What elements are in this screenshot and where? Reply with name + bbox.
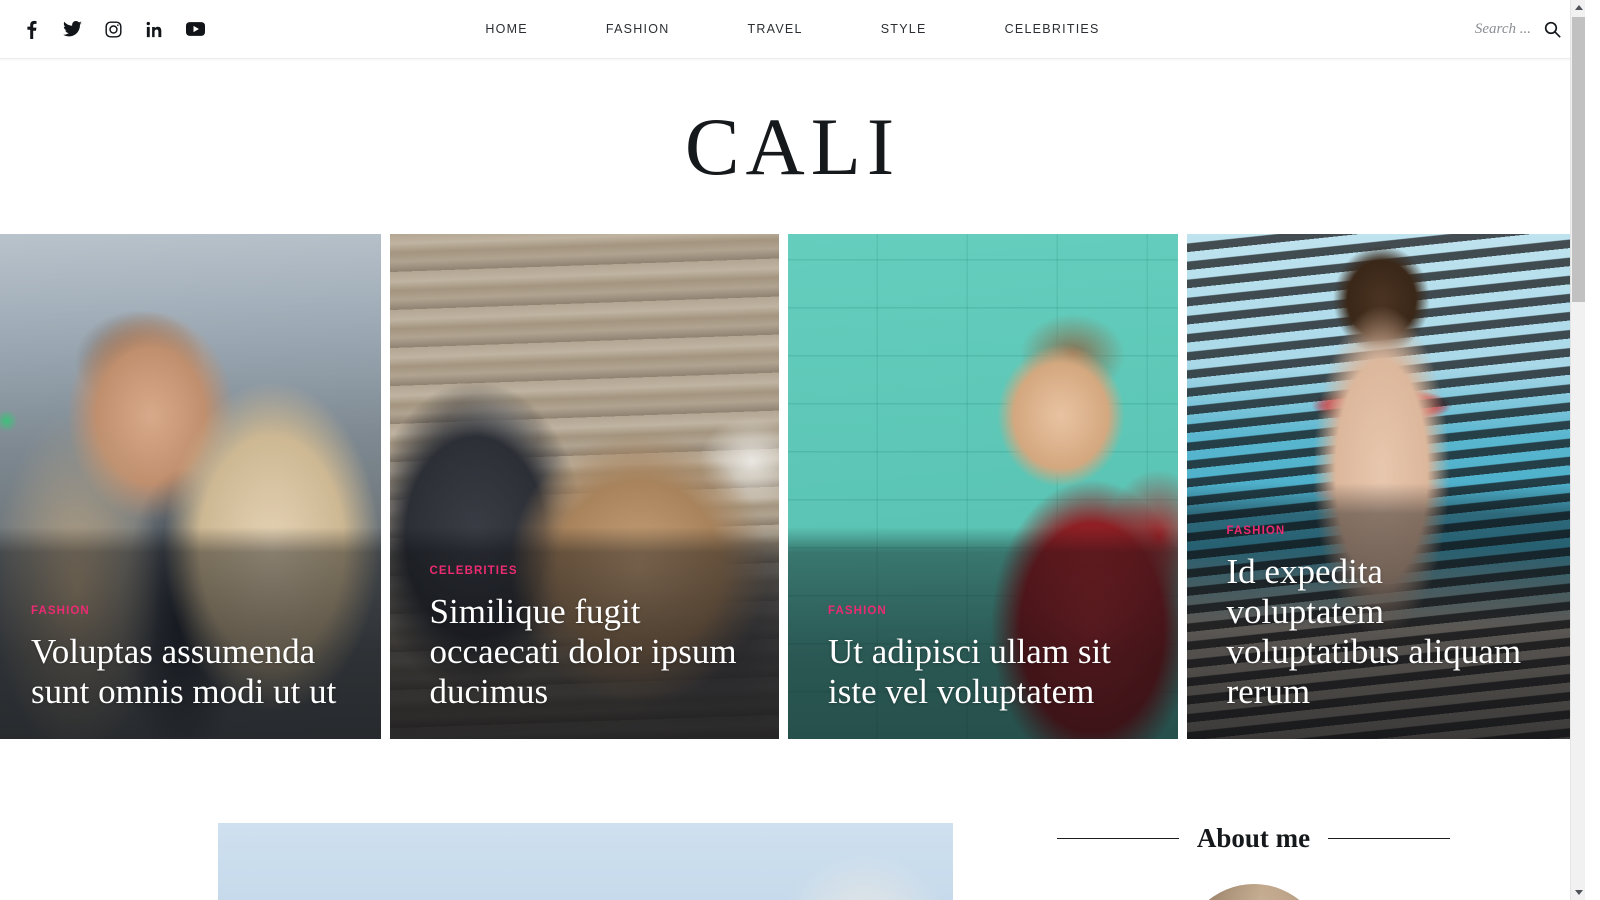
latest-post-image[interactable] xyxy=(218,823,953,900)
about-me-title: About me xyxy=(1196,823,1311,853)
featured-card-3[interactable]: FASHION Ut adipisci ullam sit iste vel v… xyxy=(788,234,1178,739)
featured-card-2[interactable]: CELEBRITIES Similique fugit occaecati do… xyxy=(389,234,779,739)
featured-posts-row: FASHION Voluptas assumenda sunt omnis mo… xyxy=(0,234,1576,739)
featured-title-2[interactable]: Similique fugit occaecati dolor ipsum du… xyxy=(430,592,750,712)
content-section: About me xyxy=(0,739,1585,900)
twitter-glyph xyxy=(62,21,82,37)
scroll-down-arrow[interactable] xyxy=(1571,885,1585,900)
sidebar: About me xyxy=(982,823,1585,900)
site-header: HOME FASHION TRAVEL STYLE CELEBRITIES xyxy=(0,0,1585,59)
nav-item-home[interactable]: HOME xyxy=(446,22,567,36)
about-me-heading: About me xyxy=(982,823,1525,854)
site-logo[interactable]: CALI xyxy=(685,105,900,188)
facebook-icon[interactable] xyxy=(21,19,41,39)
search-glyph xyxy=(1544,21,1561,38)
linkedin-glyph xyxy=(146,21,161,37)
nav-item-travel[interactable]: TRAVEL xyxy=(709,22,842,36)
featured-title-3[interactable]: Ut adipisci ullam sit iste vel voluptate… xyxy=(828,632,1148,712)
header-search xyxy=(1391,18,1563,40)
featured-card-4[interactable]: FASHION Id expedita voluptatem voluptati… xyxy=(1186,234,1576,739)
avatar xyxy=(1181,884,1326,900)
primary-navigation: HOME FASHION TRAVEL STYLE CELEBRITIES xyxy=(0,22,1585,36)
brand-area: CALI xyxy=(0,59,1585,234)
youtube-glyph xyxy=(185,22,205,36)
facebook-glyph xyxy=(26,20,36,39)
featured-caption-4: FASHION Id expedita voluptatem voluptati… xyxy=(1227,521,1547,712)
featured-category-2[interactable]: CELEBRITIES xyxy=(430,565,518,577)
latest-post-column xyxy=(0,823,982,900)
featured-title-1[interactable]: Voluptas assumenda sunt omnis modi ut ut xyxy=(31,632,351,712)
featured-caption-3: FASHION Ut adipisci ullam sit iste vel v… xyxy=(828,601,1148,712)
scrollbar-thumb[interactable] xyxy=(1572,17,1585,302)
browser-viewport: HOME FASHION TRAVEL STYLE CELEBRITIES CA… xyxy=(0,0,1585,900)
twitter-icon[interactable] xyxy=(62,19,82,39)
linkedin-icon[interactable] xyxy=(144,19,164,39)
featured-card-1[interactable]: FASHION Voluptas assumenda sunt omnis mo… xyxy=(0,234,381,739)
instagram-glyph xyxy=(104,20,122,38)
scroll-up-arrow[interactable] xyxy=(1571,0,1585,15)
featured-category-4[interactable]: FASHION xyxy=(1227,525,1286,537)
nav-item-style[interactable]: STYLE xyxy=(842,22,966,36)
nav-item-celebrities[interactable]: CELEBRITIES xyxy=(966,22,1139,36)
about-rule-left xyxy=(1056,838,1179,839)
search-input[interactable] xyxy=(1391,20,1531,38)
search-icon[interactable] xyxy=(1541,18,1563,40)
page-scrollbar[interactable] xyxy=(1570,0,1585,900)
featured-caption-1: FASHION Voluptas assumenda sunt omnis mo… xyxy=(31,601,351,712)
instagram-icon[interactable] xyxy=(103,19,123,39)
featured-title-4[interactable]: Id expedita voluptatem voluptatibus aliq… xyxy=(1227,552,1547,712)
nav-item-fashion[interactable]: FASHION xyxy=(567,22,709,36)
about-rule-right xyxy=(1328,838,1451,839)
youtube-icon[interactable] xyxy=(185,19,205,39)
social-links xyxy=(0,0,205,58)
featured-category-1[interactable]: FASHION xyxy=(31,605,90,617)
featured-caption-2: CELEBRITIES Similique fugit occaecati do… xyxy=(430,561,750,712)
featured-category-3[interactable]: FASHION xyxy=(828,605,887,617)
